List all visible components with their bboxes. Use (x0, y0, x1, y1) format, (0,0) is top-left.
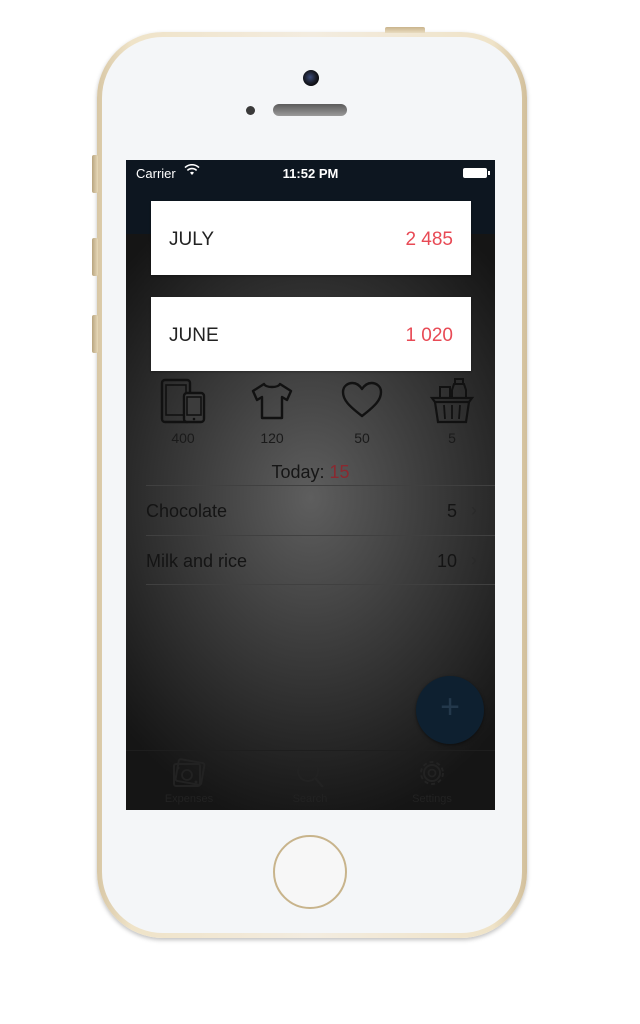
category-value: 50 (354, 430, 370, 446)
month-card-june[interactable]: JUNE 1 020 (151, 297, 471, 371)
grocery-basket-icon (429, 378, 475, 424)
search-icon (297, 760, 324, 788)
month-name: JUNE (169, 325, 219, 346)
tab-settings[interactable]: Settings (387, 757, 477, 805)
mute-switch (92, 155, 98, 193)
category-summary: 400 120 50 5 (126, 376, 495, 450)
tab-label: Search (292, 793, 328, 805)
front-camera (303, 70, 319, 86)
expense-row[interactable]: Chocolate 5 › (146, 485, 495, 535)
month-amount: 2 485 (405, 229, 453, 250)
month-card-july[interactable]: JULY 2 485 (151, 201, 471, 275)
category-value: 5 (448, 430, 456, 446)
add-expense-button[interactable]: + (416, 676, 484, 744)
devices-icon (160, 378, 206, 424)
month-name: JULY (169, 229, 215, 250)
proximity-sensor (246, 106, 255, 115)
expense-title: Milk and rice (146, 551, 248, 571)
expense-row[interactable]: Milk and rice 10 › (146, 535, 495, 585)
tshirt-icon (251, 382, 293, 420)
tab-expenses[interactable]: Expenses (144, 757, 234, 805)
category-clothing[interactable]: 120 (242, 376, 302, 446)
tab-search[interactable]: Search (265, 757, 355, 805)
gear-icon (420, 761, 444, 785)
status-bar: Carrier 11:52 PM (126, 160, 495, 186)
category-value: 400 (171, 430, 195, 446)
heart-icon (341, 381, 383, 418)
tab-label: Settings (412, 793, 452, 805)
month-amount: 1 020 (405, 325, 453, 346)
chevron-right-icon: › (471, 550, 477, 570)
tab-bar: Expenses Search Settings (126, 750, 495, 810)
clock-time: 11:52 PM (282, 166, 339, 181)
expense-amount: 5 (446, 501, 457, 521)
volume-up-button (92, 238, 98, 276)
power-button (385, 27, 425, 33)
chevron-right-icon: › (471, 500, 477, 520)
earpiece-speaker (273, 104, 347, 116)
plus-icon: + (440, 688, 460, 726)
money-icon (173, 758, 206, 787)
today-value: 15 (329, 462, 350, 482)
today-total: Today: 15 (126, 462, 495, 483)
category-value: 120 (260, 430, 284, 446)
category-health[interactable]: 50 (332, 376, 392, 446)
home-button[interactable] (273, 835, 347, 909)
category-groceries[interactable]: 5 (422, 376, 482, 446)
volume-down-button (92, 315, 98, 353)
expense-title: Chocolate (146, 501, 228, 521)
battery-icon (463, 168, 490, 178)
app-screen: Carrier 11:52 PM JULY 2 485 JUNE 1 020 4… (126, 160, 495, 810)
category-devices[interactable]: 400 (153, 376, 213, 446)
today-label: Today: (271, 462, 325, 482)
tab-label: Expenses (164, 793, 214, 805)
expense-amount: 10 (436, 551, 457, 571)
